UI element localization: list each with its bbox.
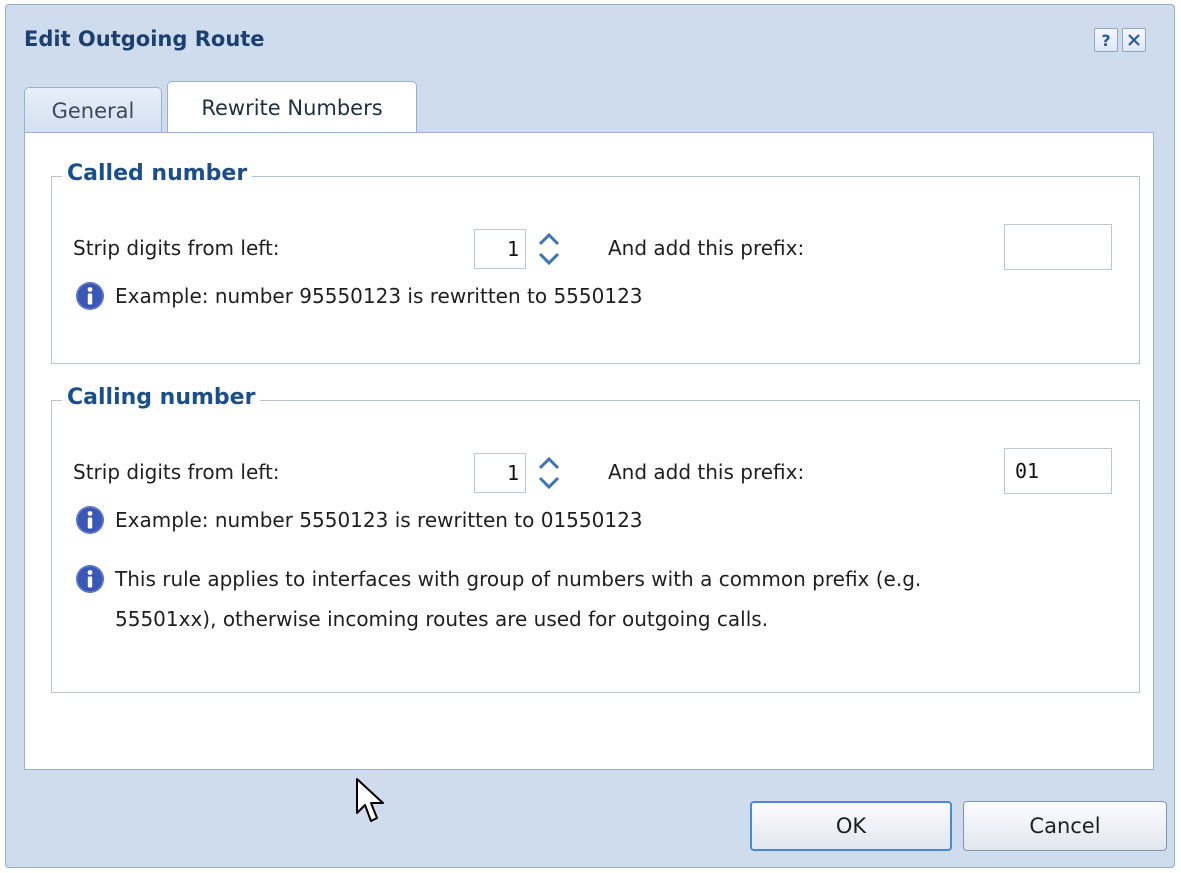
calling-spin-arrows [526, 453, 572, 493]
calling-example-text: Example: number 5550123 is rewritten to … [115, 508, 643, 532]
called-strip-label: Strip digits from left: [73, 236, 280, 260]
tab-general[interactable]: General [24, 87, 162, 133]
close-icon [1128, 34, 1140, 46]
calling-strip-input[interactable] [474, 453, 526, 493]
calling-prefix-label: And add this prefix: [608, 460, 805, 484]
called-number-legend: Called number [62, 161, 253, 186]
info-icon [76, 565, 104, 593]
called-spin-up-button[interactable] [526, 229, 572, 249]
dialog-titlebar[interactable]: Edit Outgoing Route ? [6, 5, 1174, 81]
close-button[interactable] [1122, 28, 1146, 52]
tab-rewrite-numbers[interactable]: Rewrite Numbers [167, 81, 417, 134]
called-example-text: Example: number 95550123 is rewritten to… [115, 284, 643, 308]
chevron-up-icon [538, 232, 560, 246]
calling-number-legend: Calling number [62, 385, 261, 410]
question-icon: ? [1101, 30, 1111, 50]
rewrite-numbers-panel: Called number Strip digits from left: 1 … [24, 132, 1154, 770]
calling-strip-spinner [474, 453, 574, 493]
calling-number-group: Calling number Strip digits from left: 1… [51, 385, 1140, 693]
calling-spin-up-button[interactable] [526, 453, 572, 473]
edit-outgoing-route-dialog: Edit Outgoing Route ? General Rewrite Nu… [5, 4, 1175, 868]
calling-note-line1: This rule applies to interfaces with gro… [115, 567, 922, 591]
ok-button[interactable]: OK [750, 801, 952, 851]
calling-prefix-input[interactable] [1004, 448, 1112, 494]
called-strip-input[interactable] [474, 229, 526, 269]
chevron-down-icon [538, 476, 560, 490]
calling-note-line2: 55501xx), otherwise incoming routes are … [115, 607, 769, 631]
called-spin-down-button[interactable] [526, 249, 572, 269]
called-number-group: Called number Strip digits from left: 1 … [51, 161, 1140, 364]
chevron-up-icon [538, 456, 560, 470]
calling-spin-down-button[interactable] [526, 473, 572, 493]
info-icon [76, 282, 104, 310]
called-spin-arrows [526, 229, 572, 269]
calling-strip-label: Strip digits from left: [73, 460, 280, 484]
mouse-pointer-icon [356, 778, 384, 822]
chevron-down-icon [538, 252, 560, 266]
dialog-title: Edit Outgoing Route [24, 27, 265, 51]
info-icon [76, 506, 104, 534]
called-strip-spinner [474, 229, 574, 269]
called-prefix-label: And add this prefix: [608, 236, 805, 260]
called-prefix-input[interactable] [1004, 224, 1112, 270]
help-button[interactable]: ? [1094, 28, 1118, 52]
cancel-button[interactable]: Cancel [963, 801, 1167, 851]
